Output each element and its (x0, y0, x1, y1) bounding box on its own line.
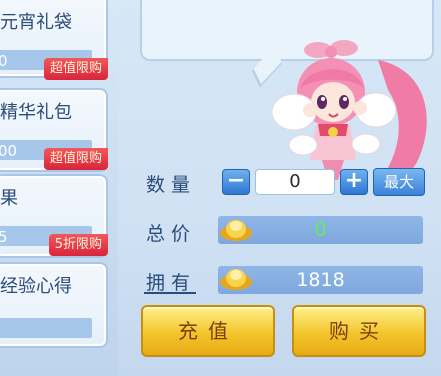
shop-item-1[interactable]: 元宵礼袋 0 超值限购 (0, 0, 108, 80)
decrease-button[interactable]: − (222, 169, 250, 195)
limit-badge: 超值限购 (43, 58, 108, 80)
shop-item-price: 5 (0, 228, 8, 246)
shop-item-3[interactable]: 果 5 5折限购 (0, 174, 108, 258)
shop-item-price-bar (0, 318, 92, 338)
recharge-button[interactable]: 充值 (141, 305, 275, 357)
quantity-input[interactable]: 0 (255, 169, 335, 195)
limit-badge: 超值限购 (43, 148, 108, 170)
shop-item-price: 0 (0, 52, 8, 70)
gold-ingot-icon (220, 269, 252, 290)
owned-label: 拥有 (146, 272, 197, 294)
quantity-label: 数量 (146, 174, 197, 196)
max-button[interactable]: 最大 (373, 168, 425, 196)
shop-item-2[interactable]: 精华礼包 00 超值限购 (0, 88, 108, 172)
shop-item-name: 精华礼包 (0, 102, 72, 123)
gold-ingot-icon (220, 220, 252, 241)
shop-item-name: 元宵礼袋 (0, 12, 72, 33)
shop-item-price: 00 (0, 142, 18, 160)
limit-badge: 5折限购 (48, 234, 108, 256)
total-label: 总价 (146, 223, 197, 245)
buy-button[interactable]: 购买 (292, 305, 426, 357)
owned-label-underline (144, 292, 196, 294)
shop-item-name: 经验心得 (0, 276, 72, 297)
shop-item-4[interactable]: 经验心得 (0, 262, 108, 348)
increase-button[interactable]: + (340, 169, 368, 195)
shop-item-name: 果 (0, 188, 18, 209)
